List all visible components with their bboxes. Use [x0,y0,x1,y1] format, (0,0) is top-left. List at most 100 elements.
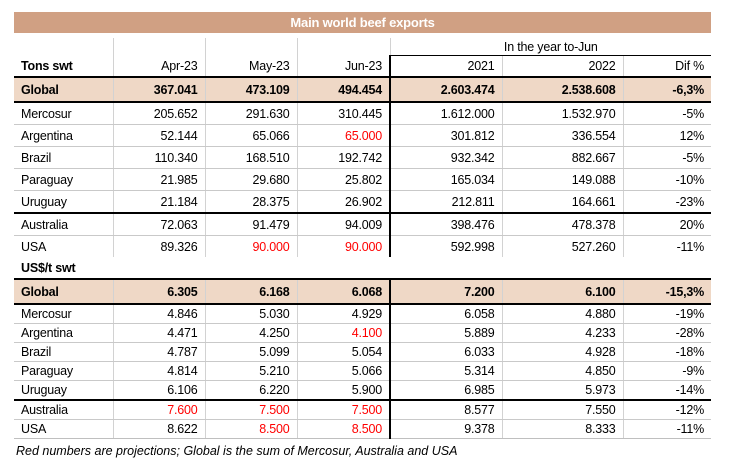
empty-cell [113,38,205,56]
value-cell: 8.577 [390,400,502,420]
value-cell: 91.479 [205,213,297,236]
row-label: Paraguay [14,169,113,191]
beef-exports-table: Main world beef exports In the year to-J… [14,12,711,439]
row-label: Brazil [14,147,113,169]
projected-value-cell: 7.500 [297,400,390,420]
footnote: Red numbers are projections; Global is t… [16,444,713,458]
tons-section-body: Global367.041473.109494.4542.603.4742.53… [14,77,711,257]
value-cell: 1.612.000 [390,102,502,125]
value-cell: 26.902 [297,191,390,214]
value-cell: -9% [623,362,711,381]
value-cell: 192.742 [297,147,390,169]
value-cell: 65.066 [205,125,297,147]
value-cell: -5% [623,147,711,169]
value-cell: 5.973 [502,381,623,401]
table-row: Paraguay21.98529.68025.802165.034149.088… [14,169,711,191]
row-label: Argentina [14,125,113,147]
global-summary-row: Global6.3056.1686.0687.2006.100-15,3% [14,279,711,304]
value-cell: 473.109 [205,77,297,102]
year-span-label: In the year to-Jun [390,38,711,56]
value-cell: 5.066 [297,362,390,381]
value-cell: 6.220 [205,381,297,401]
value-cell: 6.068 [297,279,390,304]
value-cell: -19% [623,304,711,324]
row-label: Australia [14,400,113,420]
table-row: Brazil4.7875.0995.0546.0334.928-18% [14,343,711,362]
value-cell: 9.378 [390,420,502,439]
projected-value-cell: 8.500 [205,420,297,439]
value-cell: 4.250 [205,324,297,343]
column-header-apr: Apr-23 [113,56,205,78]
table-title: Main world beef exports [14,12,711,33]
value-cell: 5.210 [205,362,297,381]
value-cell: 291.630 [205,102,297,125]
table-row: Mercosur205.652291.630310.4451.612.0001.… [14,102,711,125]
value-cell: 110.340 [113,147,205,169]
value-cell: 4.880 [502,304,623,324]
value-cell: 8.333 [502,420,623,439]
value-cell: 6.985 [390,381,502,401]
value-cell: 4.787 [113,343,205,362]
column-header-row: Tons swt Apr-23 May-23 Jun-23 2021 2022 … [14,56,711,78]
value-cell: 94.009 [297,213,390,236]
column-header-2021: 2021 [390,56,502,78]
table-row: Uruguay6.1066.2205.9006.9855.973-14% [14,381,711,401]
value-cell: 212.811 [390,191,502,214]
column-header-may: May-23 [205,56,297,78]
value-cell: 5.314 [390,362,502,381]
projected-value-cell: 7.600 [113,400,205,420]
value-cell: -6,3% [623,77,711,102]
value-cell: 310.445 [297,102,390,125]
value-cell: 4.471 [113,324,205,343]
projected-value-cell: 4.100 [297,324,390,343]
row-label: Uruguay [14,191,113,214]
empty-cell [14,38,113,56]
column-header-tons-swt: Tons swt [14,56,113,78]
table-row: Argentina52.14465.06665.000301.812336.55… [14,125,711,147]
year-span-header-row: In the year to-Jun [14,38,711,56]
value-cell: 494.454 [297,77,390,102]
row-label: USA [14,420,113,439]
value-cell: 72.063 [113,213,205,236]
value-cell: -23% [623,191,711,214]
value-cell: 2.538.608 [502,77,623,102]
value-cell: 4.850 [502,362,623,381]
price-section-body: Global6.3056.1686.0687.2006.100-15,3%Mer… [14,279,711,439]
value-cell: 21.184 [113,191,205,214]
value-cell: 6.305 [113,279,205,304]
value-cell: 5.054 [297,343,390,362]
value-cell: 882.667 [502,147,623,169]
value-cell: 5.900 [297,381,390,401]
value-cell: 205.652 [113,102,205,125]
value-cell: 4.928 [502,343,623,362]
value-cell: -10% [623,169,711,191]
value-cell: -15,3% [623,279,711,304]
column-header-2022: 2022 [502,56,623,78]
table-row: Uruguay21.18428.37526.902212.811164.661-… [14,191,711,214]
empty-cell [205,38,297,56]
value-cell: 5.889 [390,324,502,343]
value-cell: 165.034 [390,169,502,191]
price-section-header-row: US$/t swt [14,257,711,279]
row-label: USA [14,236,113,258]
value-cell: 5.030 [205,304,297,324]
column-header-jun: Jun-23 [297,56,390,78]
value-cell: 932.342 [390,147,502,169]
value-cell: -28% [623,324,711,343]
value-cell: 149.088 [502,169,623,191]
value-cell: 398.476 [390,213,502,236]
projected-value-cell: 7.500 [205,400,297,420]
value-cell: 29.680 [205,169,297,191]
row-label: Australia [14,213,113,236]
value-cell: 89.326 [113,236,205,258]
value-cell: 52.144 [113,125,205,147]
value-cell: 20% [623,213,711,236]
row-label: Brazil [14,343,113,362]
value-cell: 168.510 [205,147,297,169]
value-cell: 6.033 [390,343,502,362]
row-label: Argentina [14,324,113,343]
value-cell: 592.998 [390,236,502,258]
value-cell: -11% [623,420,711,439]
value-cell: -18% [623,343,711,362]
value-cell: 478.378 [502,213,623,236]
